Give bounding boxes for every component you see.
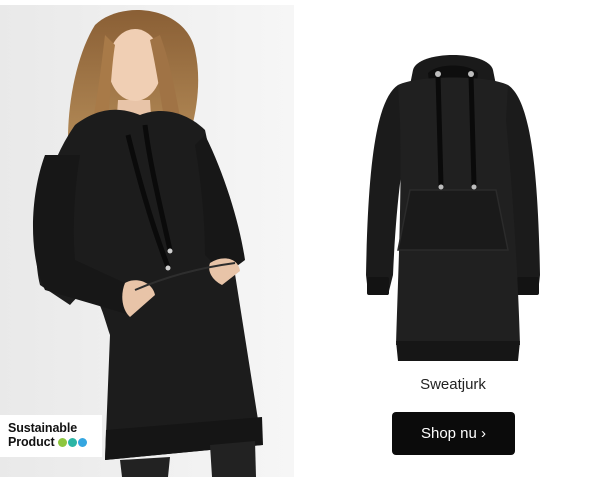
badge-row: Product	[8, 435, 102, 449]
shop-now-button[interactable]: Shop nu ›	[392, 412, 515, 455]
promo-banner: Sustainable Product Sweatjurk Shop nu ›	[0, 0, 600, 482]
teal-dot-icon	[67, 437, 77, 447]
badge-line-product: Product	[8, 435, 55, 449]
product-name[interactable]: Sweatjurk	[353, 376, 553, 393]
product-image[interactable]	[358, 45, 548, 365]
badge-line-sustainable: Sustainable	[8, 421, 78, 435]
green-dot-icon	[57, 437, 67, 447]
model-photo[interactable]	[0, 5, 294, 477]
blue-dot-icon	[77, 437, 87, 447]
sustainable-product-badge: Sustainable Product	[0, 415, 102, 457]
badge-dots-icon	[57, 437, 87, 447]
